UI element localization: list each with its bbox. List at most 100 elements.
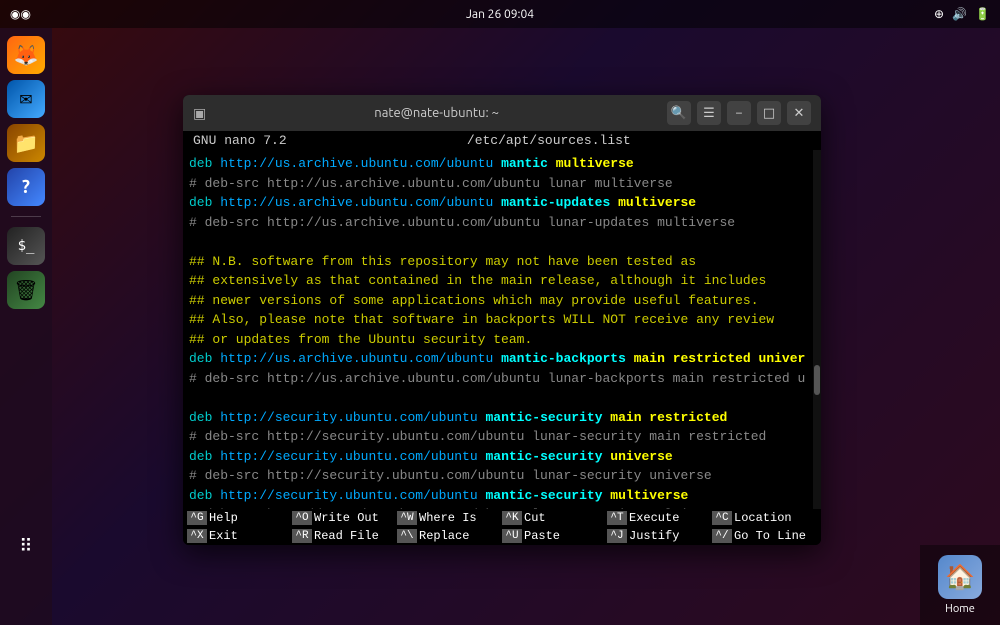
nano-cmd-writeout[interactable]: ^O Write Out bbox=[292, 511, 397, 525]
cut-label: Cut bbox=[524, 511, 546, 525]
cut-key: ^K bbox=[502, 511, 522, 525]
sidebar-item-files[interactable]: 📁 bbox=[7, 124, 45, 162]
paste-key: ^U bbox=[502, 529, 522, 543]
top-bar-datetime: Jan 26 09:04 bbox=[466, 8, 534, 21]
gotoline-key: ^/ bbox=[712, 529, 732, 543]
justify-label: Justify bbox=[629, 529, 679, 543]
titlebar-left: ▣ bbox=[193, 105, 206, 122]
nano-cmd-exit[interactable]: ^X Exit bbox=[187, 529, 292, 543]
sidebar-divider bbox=[11, 216, 41, 217]
nano-cmd-replace[interactable]: ^\ Replace bbox=[397, 529, 502, 543]
nano-cmd-help[interactable]: ^G Help bbox=[187, 511, 292, 525]
home-label: Home bbox=[945, 603, 975, 615]
apps-grid-icon: ⠿ bbox=[19, 536, 32, 557]
minimize-button[interactable]: − bbox=[727, 101, 751, 125]
close-button[interactable]: ✕ bbox=[787, 101, 811, 125]
sidebar-item-trash[interactable]: 🗑 bbox=[7, 271, 45, 309]
nano-cmd-whereis[interactable]: ^W Where Is bbox=[397, 511, 502, 525]
nano-line: # deb-src http://security.ubuntu.com/ubu… bbox=[189, 505, 815, 509]
nano-filename: /etc/apt/sources.list bbox=[467, 133, 631, 148]
nano-line bbox=[189, 388, 815, 408]
nano-cmd-location[interactable]: ^C Location bbox=[712, 511, 817, 525]
nano-line: # deb-src http://us.archive.ubuntu.com/u… bbox=[189, 174, 815, 194]
nano-line: ## or updates from the Ubuntu security t… bbox=[189, 330, 815, 350]
nano-version: GNU nano 7.2 bbox=[193, 133, 287, 148]
nano-line: ## extensively as that contained in the … bbox=[189, 271, 815, 291]
nano-footer-row1: ^G Help ^O Write Out ^W Where Is ^K Cut … bbox=[183, 509, 821, 527]
nano-content[interactable]: deb http://us.archive.ubuntu.com/ubuntu … bbox=[183, 150, 821, 509]
nano-cmd-execute[interactable]: ^T Execute bbox=[607, 511, 712, 525]
top-bar-indicator: ◉◉ bbox=[10, 7, 31, 21]
scrollbar-area[interactable] bbox=[813, 150, 821, 509]
terminal-title: nate@nate-ubuntu: ~ bbox=[206, 106, 667, 120]
nano-line: ## newer versions of some applications w… bbox=[189, 291, 815, 311]
top-bar: ◉◉ Jan 26 09:04 ⊕ 🔊 🔋 bbox=[0, 0, 1000, 28]
trash-icon: 🗑 bbox=[13, 278, 38, 302]
apps-grid-button[interactable]: ⠿ bbox=[7, 527, 45, 565]
exit-label: Exit bbox=[209, 529, 238, 543]
search-button[interactable]: 🔍 bbox=[667, 101, 691, 125]
location-key: ^C bbox=[712, 511, 732, 525]
writeout-key: ^O bbox=[292, 511, 312, 525]
nano-footer: ^G Help ^O Write Out ^W Where Is ^K Cut … bbox=[183, 509, 821, 545]
home-icon: 🏠 bbox=[945, 563, 975, 591]
terminal-titlebar: ▣ nate@nate-ubuntu: ~ 🔍 ☰ − □ ✕ bbox=[183, 95, 821, 131]
sidebar: 🦊 ✉ 📁 ? $_ 🗑 ⠿ bbox=[0, 28, 52, 625]
whereis-key: ^W bbox=[397, 511, 417, 525]
help-key: ^G bbox=[187, 511, 207, 525]
nano-line: deb http://us.archive.ubuntu.com/ubuntu … bbox=[189, 193, 815, 213]
nano-cmd-gotoline[interactable]: ^/ Go To Line bbox=[712, 529, 817, 543]
nano-line: deb http://us.archive.ubuntu.com/ubuntu … bbox=[189, 349, 815, 369]
terminal-icon: $_ bbox=[18, 238, 35, 254]
replace-label: Replace bbox=[419, 529, 469, 543]
paste-label: Paste bbox=[524, 529, 560, 543]
thunderbird-icon: ✉ bbox=[19, 90, 32, 109]
nano-line: deb http://us.archive.ubuntu.com/ubuntu … bbox=[189, 154, 815, 174]
readfile-label: Read File bbox=[314, 529, 379, 543]
nano-cmd-readfile[interactable]: ^R Read File bbox=[292, 529, 397, 543]
nano-cmd-paste[interactable]: ^U Paste bbox=[502, 529, 607, 543]
line-deb1: deb bbox=[189, 156, 220, 171]
nano-footer-row2: ^X Exit ^R Read File ^\ Replace ^U Paste… bbox=[183, 527, 821, 545]
nano-header: GNU nano 7.2 /etc/apt/sources.list bbox=[183, 131, 821, 150]
gotoline-label: Go To Line bbox=[734, 529, 806, 543]
maximize-button[interactable]: □ bbox=[757, 101, 781, 125]
nano-line: # deb-src http://security.ubuntu.com/ubu… bbox=[189, 466, 815, 486]
nano-line: ## Also, please note that software in ba… bbox=[189, 310, 815, 330]
justify-key: ^J bbox=[607, 529, 627, 543]
volume-icon: 🔊 bbox=[952, 7, 967, 21]
sidebar-bottom: ⠿ bbox=[7, 527, 45, 565]
help-label: Help bbox=[209, 511, 238, 525]
sidebar-item-firefox[interactable]: 🦊 bbox=[7, 36, 45, 74]
nano-cmd-justify[interactable]: ^J Justify bbox=[607, 529, 712, 543]
nano-line: # deb-src http://us.archive.ubuntu.com/u… bbox=[189, 369, 815, 389]
home-dock: 🏠 Home bbox=[920, 545, 1000, 625]
execute-label: Execute bbox=[629, 511, 679, 525]
titlebar-controls: 🔍 ☰ − □ ✕ bbox=[667, 101, 811, 125]
nano-line: # deb-src http://us.archive.ubuntu.com/u… bbox=[189, 213, 815, 233]
battery-icon: 🔋 bbox=[975, 7, 990, 21]
whereis-label: Where Is bbox=[419, 511, 477, 525]
nano-line: # deb-src http://security.ubuntu.com/ubu… bbox=[189, 427, 815, 447]
replace-key: ^\ bbox=[397, 529, 417, 543]
nano-line: deb http://security.ubuntu.com/ubuntu ma… bbox=[189, 486, 815, 506]
sidebar-item-thunderbird[interactable]: ✉ bbox=[7, 80, 45, 118]
top-bar-left: ◉◉ bbox=[10, 7, 31, 21]
scrollbar-thumb bbox=[814, 365, 820, 395]
execute-key: ^T bbox=[607, 511, 627, 525]
location-label: Location bbox=[734, 511, 792, 525]
nano-cmd-cut[interactable]: ^K Cut bbox=[502, 511, 607, 525]
files-icon: 📁 bbox=[14, 131, 39, 155]
nano-line: deb http://security.ubuntu.com/ubuntu ma… bbox=[189, 408, 815, 428]
writeout-label: Write Out bbox=[314, 511, 379, 525]
readfile-key: ^R bbox=[292, 529, 312, 543]
sidebar-item-terminal[interactable]: $_ bbox=[7, 227, 45, 265]
nano-line: ## N.B. software from this repository ma… bbox=[189, 252, 815, 272]
menu-button[interactable]: ☰ bbox=[697, 101, 721, 125]
nano-line: deb http://security.ubuntu.com/ubuntu ma… bbox=[189, 447, 815, 467]
nano-line bbox=[189, 232, 815, 252]
sidebar-item-help[interactable]: ? bbox=[7, 168, 45, 206]
home-button[interactable]: 🏠 bbox=[938, 555, 982, 599]
network-icon: ⊕ bbox=[934, 7, 944, 21]
firefox-icon: 🦊 bbox=[14, 43, 39, 67]
